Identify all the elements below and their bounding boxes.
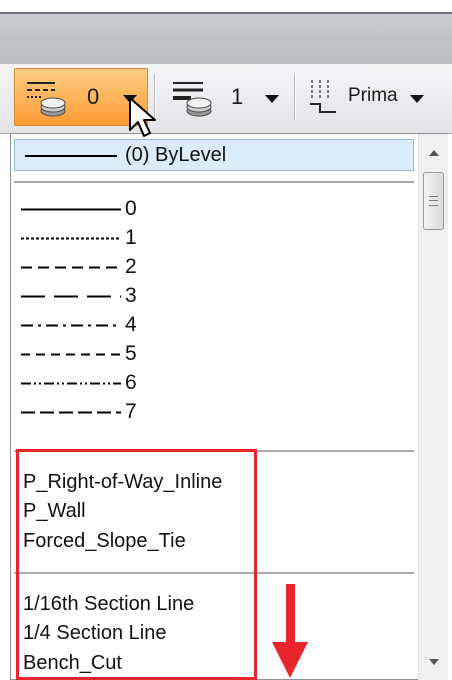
line-sample-long-dash bbox=[21, 295, 121, 298]
level-button[interactable]: Prima bbox=[300, 68, 430, 126]
title-band bbox=[0, 12, 452, 64]
chevron-down-icon[interactable] bbox=[265, 95, 279, 103]
line-style-number: 4 bbox=[125, 313, 137, 336]
level-line-icon bbox=[310, 80, 336, 113]
line-weight-value: 1 bbox=[231, 84, 244, 109]
line-style-value: 0 bbox=[87, 84, 100, 109]
line-sample-solid bbox=[21, 208, 121, 211]
list-item-line-style-0[interactable]: 0 bbox=[11, 195, 411, 223]
line-style-number: 7 bbox=[125, 400, 137, 423]
list-item-bylevel[interactable]: (0) ByLevel bbox=[14, 139, 414, 171]
line-style-number: 3 bbox=[125, 284, 137, 307]
line-sample-dash-dot-dot bbox=[21, 382, 121, 385]
highlight-box bbox=[16, 449, 257, 680]
scroll-down-icon[interactable] bbox=[419, 649, 449, 675]
list-item-line-style-6[interactable]: 6 bbox=[11, 369, 411, 397]
line-style-number: 0 bbox=[125, 197, 137, 220]
divider bbox=[14, 181, 414, 183]
line-style-number: 5 bbox=[125, 342, 137, 365]
list-item-line-style-2[interactable]: 2 bbox=[11, 253, 411, 281]
window-top-strip bbox=[0, 0, 452, 12]
line-style-number: 2 bbox=[125, 255, 137, 278]
line-sample-dash-space bbox=[21, 411, 121, 414]
list-item-line-style-7[interactable]: 7 bbox=[11, 398, 411, 426]
line-style-number: 6 bbox=[125, 371, 137, 394]
line-sample-medium-dash bbox=[21, 353, 121, 356]
scroll-thumb[interactable] bbox=[423, 172, 444, 230]
chevron-down-icon[interactable] bbox=[410, 95, 424, 103]
list-item-line-style-5[interactable]: 5 bbox=[11, 340, 411, 368]
scroll-up-icon[interactable] bbox=[419, 140, 449, 166]
down-arrow-icon bbox=[272, 584, 308, 678]
line-weight-button[interactable]: 1 bbox=[160, 68, 288, 126]
line-style-number: 1 bbox=[125, 226, 137, 249]
vertical-scrollbar[interactable] bbox=[418, 134, 448, 680]
line-sample-dotted bbox=[21, 237, 121, 240]
bylevel-label: (0) ByLevel bbox=[125, 144, 227, 166]
attributes-toolbar: 0 1 Prima bbox=[0, 64, 452, 134]
line-sample-dash-dot bbox=[21, 324, 121, 327]
list-item-line-style-1[interactable]: 1 bbox=[11, 224, 411, 252]
line-weight-icon bbox=[173, 82, 212, 117]
toolbar-separator bbox=[294, 74, 295, 120]
line-sample-short-dash bbox=[21, 266, 121, 269]
list-item-line-style-4[interactable]: 4 bbox=[11, 311, 411, 339]
list-item-line-style-3[interactable]: 3 bbox=[11, 282, 411, 310]
level-label: Prima bbox=[348, 85, 398, 106]
mouse-cursor-icon bbox=[129, 97, 156, 137]
solid-line-sample bbox=[25, 155, 117, 157]
line-style-icon bbox=[27, 82, 66, 117]
